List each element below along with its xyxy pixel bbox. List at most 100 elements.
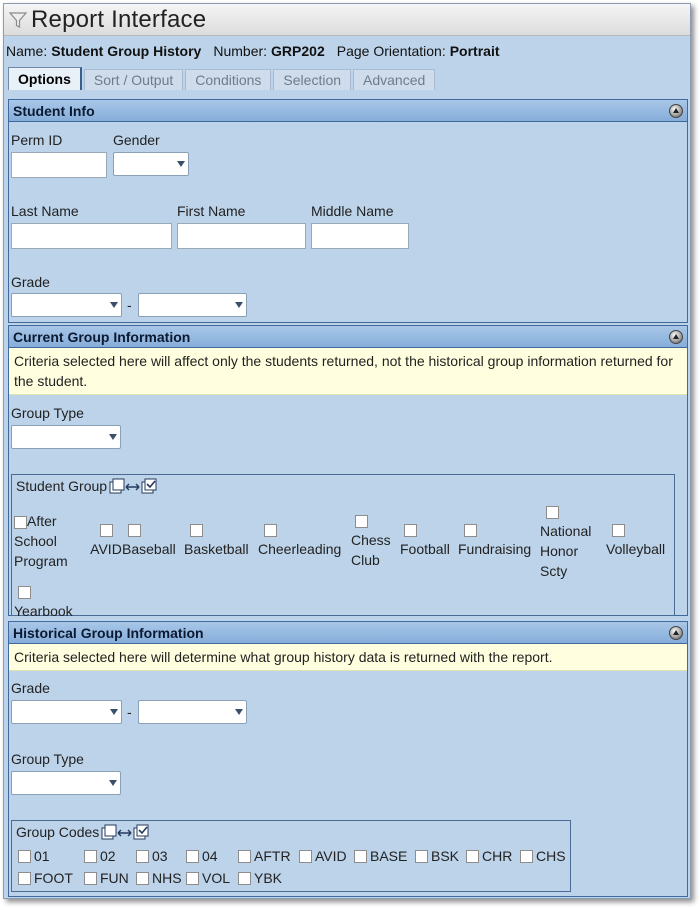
student-info-header: Student Info — [9, 100, 687, 122]
code-checkbox[interactable] — [186, 849, 199, 863]
name-label: Name: — [6, 43, 48, 59]
code-option-vol[interactable]: VOL — [186, 870, 230, 886]
historical-group-type-label: Group Type — [11, 751, 84, 767]
code-checkbox[interactable] — [238, 849, 251, 863]
group-option-avid[interactable]: AVID — [88, 519, 124, 559]
code-option-nhs[interactable]: NHS — [136, 870, 182, 886]
collapse-up-icon[interactable] — [669, 626, 683, 640]
middle-name-input[interactable] — [311, 223, 409, 249]
historical-grade-label: Grade — [11, 680, 50, 696]
group-codes-label: Group Codes — [16, 824, 100, 840]
first-name-input[interactable] — [177, 223, 306, 249]
group-option-baseball[interactable]: Baseball — [122, 519, 184, 559]
group-type-label: Group Type — [11, 405, 84, 421]
historical-group-panel: Historical Group Information Criteria se… — [8, 621, 688, 897]
filter-funnel-icon — [8, 11, 28, 28]
chevron-down-icon — [109, 434, 117, 440]
historical-group-title: Historical Group Information — [13, 625, 204, 641]
code-checkbox[interactable] — [354, 849, 367, 863]
code-checkbox[interactable] — [136, 871, 149, 885]
code-option-chs[interactable]: CHS — [520, 848, 566, 864]
select-all-toggle-icon[interactable] — [109, 477, 157, 495]
code-option-04[interactable]: 04 — [186, 848, 218, 864]
chevron-down-icon — [110, 709, 118, 715]
historical-grade-to-select[interactable] — [138, 700, 247, 724]
last-name-input[interactable] — [11, 223, 172, 249]
code-checkbox[interactable] — [186, 871, 199, 885]
code-option-02[interactable]: 02 — [84, 848, 116, 864]
historical-group-type-select[interactable] — [11, 771, 121, 795]
group-option-chess-club[interactable]: Chess Club — [351, 510, 399, 570]
code-option-ybk[interactable]: YBK — [238, 870, 282, 886]
last-name-label: Last Name — [11, 203, 79, 219]
chevron-down-icon — [235, 302, 243, 308]
perm-id-label: Perm ID — [11, 132, 63, 148]
code-option-foot[interactable]: FOOT — [18, 870, 73, 886]
code-checkbox[interactable] — [18, 871, 31, 885]
gender-label: Gender — [113, 132, 160, 148]
group-option-basketball[interactable]: Basketball — [184, 519, 258, 559]
code-option-base[interactable]: BASE — [354, 848, 407, 864]
group-checkbox[interactable] — [99, 523, 113, 537]
tab-sort-output[interactable]: Sort / Output — [83, 69, 184, 90]
current-group-note: Criteria selected here will affect only … — [9, 348, 687, 395]
group-type-select[interactable] — [11, 425, 121, 449]
grade-from-select[interactable] — [11, 293, 122, 317]
code-checkbox[interactable] — [466, 849, 479, 863]
group-option-fundraising[interactable]: Fundraising — [458, 519, 540, 559]
historical-group-header: Historical Group Information — [9, 622, 687, 644]
code-checkbox[interactable] — [136, 849, 149, 863]
code-option-03[interactable]: 03 — [136, 848, 168, 864]
code-option-avid[interactable]: AVID — [299, 848, 347, 864]
group-checkbox[interactable] — [612, 523, 625, 537]
group-checkbox[interactable] — [355, 514, 368, 528]
group-checkbox[interactable] — [546, 505, 559, 519]
group-option-yearbook[interactable]: Yearbook — [14, 581, 86, 621]
code-option-aftr[interactable]: AFTR — [238, 848, 291, 864]
group-checkbox[interactable] — [14, 515, 27, 529]
chevron-down-icon — [109, 780, 117, 786]
select-all-toggle-icon[interactable] — [101, 823, 149, 841]
group-checkbox[interactable] — [264, 523, 277, 537]
current-group-panel: Current Group Information Criteria selec… — [8, 325, 688, 619]
group-option-national-honor-scty[interactable]: National Honor Scty — [540, 501, 604, 581]
code-checkbox[interactable] — [18, 849, 31, 863]
tab-options[interactable]: Options — [8, 67, 82, 90]
group-codes-fieldset: Group Codes 01 02 03 04 AFTR AVID BASE B… — [11, 820, 571, 892]
group-option-after-school-program[interactable]: After School Program — [14, 511, 86, 571]
code-checkbox[interactable] — [299, 849, 312, 863]
gender-select[interactable] — [113, 152, 189, 176]
perm-id-input[interactable] — [11, 152, 107, 178]
code-option-01[interactable]: 01 — [18, 848, 50, 864]
code-checkbox[interactable] — [238, 871, 251, 885]
code-option-bsk[interactable]: BSK — [415, 848, 459, 864]
group-checkbox[interactable] — [464, 523, 477, 537]
tab-selection[interactable]: Selection — [273, 69, 352, 90]
group-option-volleyball[interactable]: Volleyball — [606, 519, 672, 559]
group-checkbox[interactable] — [404, 523, 417, 537]
code-checkbox[interactable] — [84, 849, 97, 863]
group-option-football[interactable]: Football — [400, 519, 456, 559]
report-name: Student Group History — [51, 43, 202, 59]
collapse-up-icon[interactable] — [669, 104, 683, 118]
current-group-title: Current Group Information — [13, 329, 191, 345]
group-checkbox[interactable] — [18, 585, 31, 599]
code-option-fun[interactable]: FUN — [84, 870, 129, 886]
window-title: Report Interface — [31, 5, 207, 33]
chevron-down-icon — [235, 709, 243, 715]
first-name-label: First Name — [177, 203, 246, 219]
group-checkbox[interactable] — [128, 523, 141, 537]
collapse-up-icon[interactable] — [669, 330, 683, 344]
tab-advanced[interactable]: Advanced — [353, 69, 436, 90]
code-checkbox[interactable] — [520, 849, 533, 863]
group-codes-legend: Group Codes — [16, 823, 149, 841]
historical-grade-from-select[interactable] — [11, 700, 122, 724]
group-option-cheerleading[interactable]: Cheerleading — [258, 519, 352, 559]
grade-to-select[interactable] — [138, 293, 247, 317]
code-checkbox[interactable] — [84, 871, 97, 885]
current-group-header: Current Group Information — [9, 326, 687, 348]
tab-conditions[interactable]: Conditions — [185, 69, 272, 90]
code-option-chr[interactable]: CHR — [466, 848, 512, 864]
group-checkbox[interactable] — [190, 523, 203, 537]
code-checkbox[interactable] — [415, 849, 428, 863]
